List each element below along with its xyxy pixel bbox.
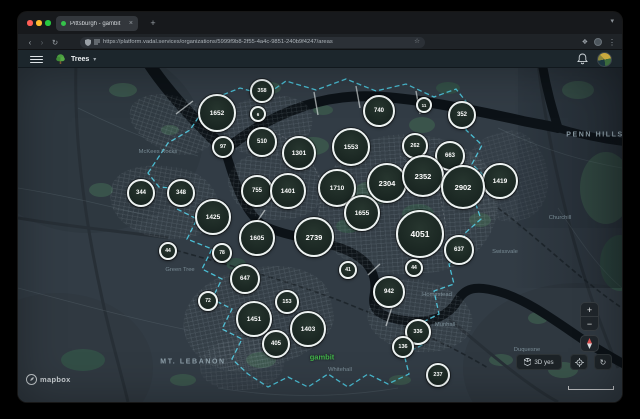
cluster-marker[interactable]: 1419	[482, 163, 518, 199]
mapbox-logo-text: mapbox	[40, 375, 71, 384]
close-window-button[interactable]	[27, 20, 33, 26]
cluster-marker[interactable]: 11	[416, 97, 432, 113]
new-tab-button[interactable]: +	[146, 16, 160, 30]
cluster-marker[interactable]: 2352	[402, 155, 444, 197]
tab-favicon	[61, 21, 66, 26]
compass-button[interactable]	[580, 335, 599, 352]
back-button[interactable]: ‹	[24, 34, 36, 50]
cluster-marker[interactable]: 237	[426, 363, 450, 387]
cluster-marker[interactable]: 1655	[344, 195, 380, 231]
cluster-marker[interactable]: 405	[262, 330, 290, 358]
zoom-window-button[interactable]	[45, 20, 51, 26]
browser-menu-icon[interactable]: ⋮	[608, 38, 616, 47]
zoom-out-button[interactable]: −	[581, 317, 598, 330]
cluster-marker[interactable]: 1553	[332, 128, 370, 166]
mapbox-logo[interactable]: mapbox	[26, 374, 71, 385]
cluster-marker[interactable]: 97	[212, 136, 234, 158]
cluster-marker[interactable]: 4051	[396, 210, 444, 258]
browser-profile-avatar[interactable]	[594, 38, 602, 46]
cluster-marker[interactable]: 78	[212, 243, 232, 263]
chevron-down-icon: ▾	[93, 56, 97, 63]
cluster-marker[interactable]: 1425	[195, 199, 231, 235]
cluster-marker[interactable]: 647	[230, 264, 260, 294]
user-avatar[interactable]	[597, 51, 612, 67]
tree-logo-icon	[56, 53, 65, 64]
view-3d-toggle[interactable]: 3D yes	[516, 354, 562, 370]
compass-needle-icon	[587, 338, 592, 349]
cluster-marker[interactable]: 942	[373, 276, 405, 308]
reload-button[interactable]: ↻	[49, 34, 61, 50]
reader-mode-icon	[94, 39, 100, 45]
org-name-label: Trees	[71, 55, 90, 63]
tab-strip: Pittsburgh - gambit × + ▾	[18, 12, 622, 34]
tab-close-icon[interactable]: ×	[129, 20, 133, 27]
cluster-marker[interactable]: 344	[127, 179, 155, 207]
extensions-icon[interactable]: ❖	[582, 38, 588, 46]
cluster-marker[interactable]: 348	[167, 179, 195, 207]
screenshot-root: Pittsburgh - gambit × + ▾ ‹ › ↻ https://…	[0, 0, 640, 419]
cluster-marker[interactable]: 2739	[294, 217, 334, 257]
cluster-marker[interactable]: 352	[448, 101, 476, 129]
notification-bell-icon[interactable]	[577, 53, 588, 65]
rotate-view-button[interactable]: ↻	[594, 354, 612, 370]
cluster-marker[interactable]: 755	[241, 175, 273, 207]
map-zoom-controls: + −	[580, 302, 599, 331]
browser-tab[interactable]: Pittsburgh - gambit ×	[56, 16, 138, 31]
cluster-marker[interactable]: 44	[405, 259, 423, 277]
cluster-marker[interactable]: 2902	[441, 165, 485, 209]
url-bar[interactable]: https://platform.vadal.services/organiza…	[80, 37, 425, 48]
cluster-marker[interactable]: 1605	[239, 220, 275, 256]
cluster-marker[interactable]: 1301	[282, 136, 316, 170]
cluster-marker[interactable]: 136	[392, 336, 414, 358]
browser-toolbar: ‹ › ↻ https://platform.vadal.services/or…	[18, 34, 622, 50]
cluster-marker[interactable]: 41	[339, 261, 357, 279]
cluster-marker[interactable]: 6	[250, 106, 266, 122]
cube-icon	[524, 358, 532, 366]
cluster-marker[interactable]: 153	[275, 290, 299, 314]
shield-icon	[85, 38, 91, 46]
cluster-marker[interactable]: 1451	[236, 301, 272, 337]
cluster-marker[interactable]: 637	[444, 235, 474, 265]
app-header: Trees ▾	[18, 50, 622, 68]
cluster-marker[interactable]: 72	[198, 291, 218, 311]
cluster-marker[interactable]: 1401	[270, 173, 306, 209]
url-text: https://platform.vadal.services/organiza…	[103, 39, 333, 46]
locate-crosshair-icon	[574, 357, 584, 367]
view-3d-label: 3D yes	[534, 358, 554, 366]
map-canvas[interactable]: McKees Rocks PENN HILLS Churchill Swissvale…	[18, 68, 622, 402]
cluster-marker[interactable]: 44	[159, 242, 177, 260]
cluster-marker[interactable]: 1652	[198, 94, 236, 132]
zoom-in-button[interactable]: +	[581, 303, 598, 316]
tab-title: Pittsburgh - gambit	[70, 20, 121, 27]
scale-bar	[568, 386, 614, 390]
forward-button[interactable]: ›	[36, 34, 48, 50]
org-selector[interactable]: Trees ▾	[54, 52, 96, 66]
browser-window: Pittsburgh - gambit × + ▾ ‹ › ↻ https://…	[18, 12, 622, 402]
menu-button[interactable]	[30, 56, 43, 63]
cluster-marker[interactable]: 740	[363, 95, 395, 127]
cluster-marker[interactable]: 1403	[290, 311, 326, 347]
tab-overview-chevron-icon[interactable]: ▾	[610, 17, 614, 25]
locate-button[interactable]	[570, 354, 588, 370]
cluster-marker[interactable]: 2304	[367, 163, 407, 203]
mapbox-logo-icon	[26, 374, 37, 385]
bookmark-star-icon[interactable]: ☆	[414, 38, 420, 46]
minimize-window-button[interactable]	[36, 20, 42, 26]
cluster-marker[interactable]: 510	[247, 127, 277, 157]
cluster-marker[interactable]: 358	[250, 79, 274, 103]
